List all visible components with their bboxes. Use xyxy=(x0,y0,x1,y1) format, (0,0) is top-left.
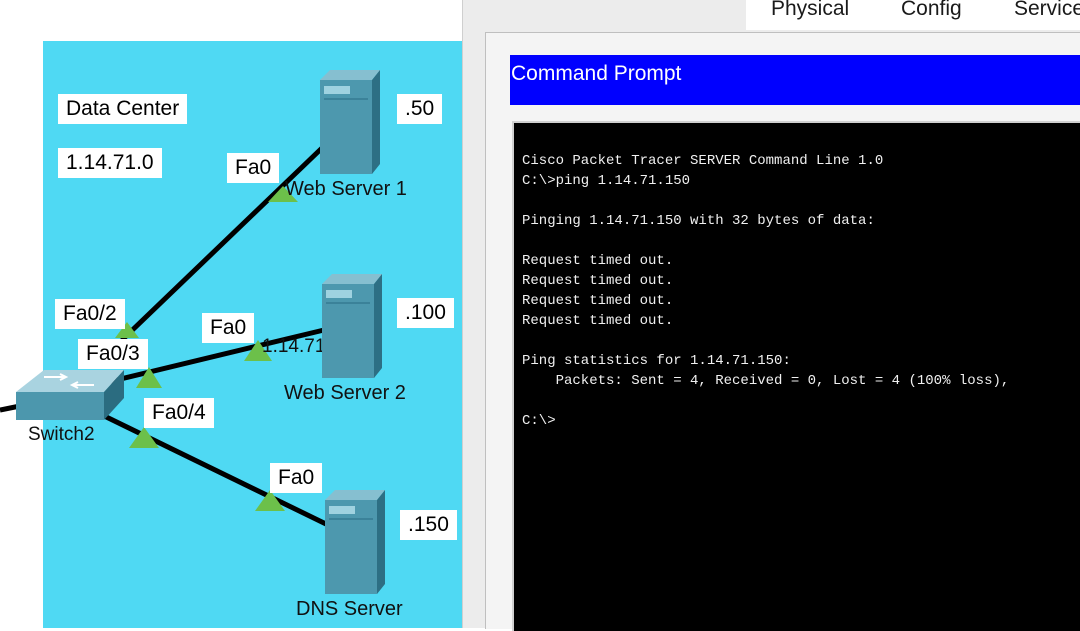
switch2-icon[interactable] xyxy=(14,368,124,424)
terminal-line: Request timed out. xyxy=(522,313,674,329)
terminal-lines: Cisco Packet Tracer SERVER Command Line … xyxy=(522,151,1009,431)
web-server-2-name: Web Server 2 xyxy=(284,382,406,404)
web-server-2-ip: .100 xyxy=(397,298,454,328)
switch-port-fa0-2: Fa0/2 xyxy=(55,299,125,329)
switch-port-fa0-3: Fa0/3 xyxy=(78,339,148,369)
web-server-1-icon[interactable] xyxy=(316,70,380,174)
network-label: 1.14.71.0 xyxy=(58,148,162,178)
terminal-line: Packets: Sent = 4, Received = 0, Lost = … xyxy=(522,373,1010,389)
topology-canvas[interactable]: Data Center 1.14.71.0 Web Server 1 .50 F… xyxy=(0,0,470,628)
desktop-panel: Command Prompt Cisco Packet Tracer SERVE… xyxy=(485,32,1080,631)
web-server-1-ip: .50 xyxy=(397,94,443,124)
dns-server-port: Fa0 xyxy=(270,463,323,493)
web-server-1-name: Web Server 1 xyxy=(285,178,407,200)
terminal-line: Ping statistics for 1.14.71.150: xyxy=(522,353,791,369)
dns-server-ip: .150 xyxy=(400,510,457,540)
terminal-line: C:\> xyxy=(522,413,556,429)
terminal-output[interactable]: Cisco Packet Tracer SERVER Command Line … xyxy=(512,121,1080,631)
area-label: Data Center xyxy=(58,94,188,124)
dns-server-name: DNS Server xyxy=(296,598,403,620)
terminal-line: Request timed out. xyxy=(522,273,674,289)
web-server-2-port: Fa0 xyxy=(202,313,255,343)
command-prompt-title: Command Prompt xyxy=(510,55,1080,105)
web-server-2-icon[interactable] xyxy=(318,274,382,378)
tab-config[interactable]: Config xyxy=(901,0,962,21)
web-server-1-port: Fa0 xyxy=(227,153,280,183)
dns-server-icon[interactable] xyxy=(321,490,385,594)
terminal-line: Pinging 1.14.71.150 with 32 bytes of dat… xyxy=(522,213,875,229)
server-window: Physical Config Services Command Prompt … xyxy=(462,0,1080,631)
tab-services[interactable]: Services xyxy=(1014,0,1080,21)
terminal-line: Request timed out. xyxy=(522,293,674,309)
tab-bar: Physical Config Services xyxy=(746,0,1080,30)
terminal-line: Request timed out. xyxy=(522,253,674,269)
tab-physical[interactable]: Physical xyxy=(771,0,849,21)
switch-port-fa0-4: Fa0/4 xyxy=(144,398,214,428)
terminal-line: Cisco Packet Tracer SERVER Command Line … xyxy=(522,153,884,169)
switch2-name: Switch2 xyxy=(28,424,95,445)
terminal-line: C:\>ping 1.14.71.150 xyxy=(522,173,691,189)
